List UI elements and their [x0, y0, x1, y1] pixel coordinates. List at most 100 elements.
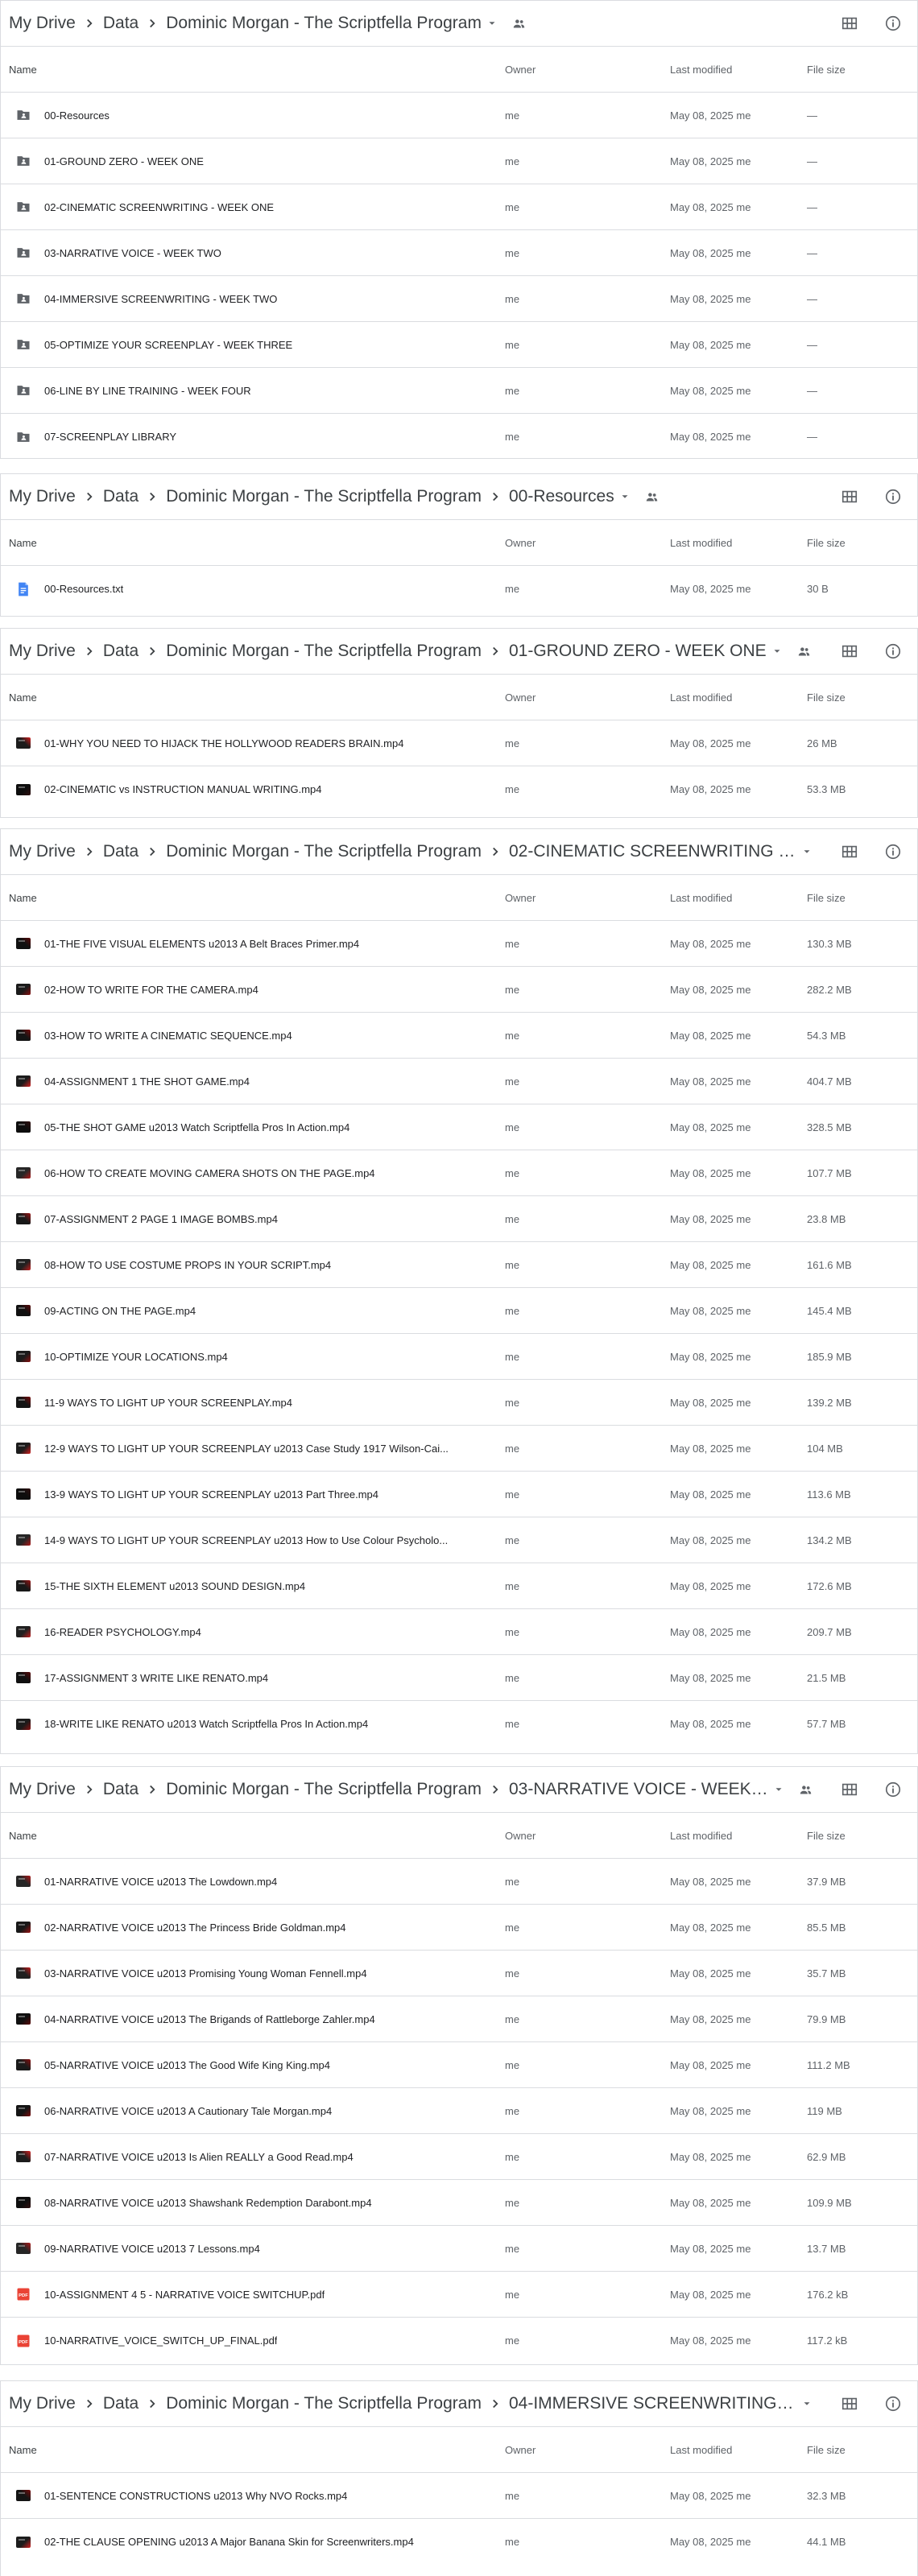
column-owner-header[interactable]: Owner — [505, 1830, 670, 1842]
column-size-header[interactable]: File size — [807, 537, 917, 549]
file-row[interactable]: 05-NARRATIVE VOICE u2013 The Good Wife K… — [1, 2042, 917, 2088]
column-name-header[interactable]: Name — [1, 537, 505, 549]
file-row[interactable]: 01-WHY YOU NEED TO HIJACK THE HOLLYWOOD … — [1, 720, 917, 766]
info-icon[interactable] — [877, 7, 909, 39]
file-row[interactable]: 07-ASSIGNMENT 2 PAGE 1 IMAGE BOMBS.mp4 me… — [1, 1196, 917, 1242]
file-row[interactable]: 09-ACTING ON THE PAGE.mp4 me May 08, 2025 … — [1, 1288, 917, 1334]
column-owner-header[interactable]: Owner — [505, 892, 670, 904]
file-row[interactable]: 03-NARRATIVE VOICE - WEEK TWO me May 08, 2… — [1, 230, 917, 276]
file-row[interactable]: 02-CINEMATIC SCREENWRITING - WEEK ONE me M… — [1, 184, 917, 230]
file-row[interactable]: 12-9 WAYS TO LIGHT UP YOUR SCREENPLAY u2… — [1, 1426, 917, 1472]
file-row[interactable]: 05-THE SHOT GAME u2013 Watch Scriptfella… — [1, 1104, 917, 1150]
column-owner-header[interactable]: Owner — [505, 691, 670, 704]
column-owner-header[interactable]: Owner — [505, 2444, 670, 2456]
breadcrumb-current-folder[interactable]: 01-GROUND ZERO - WEEK ONE — [509, 642, 767, 661]
breadcrumb-program[interactable]: Dominic Morgan - The Scriptfella Program — [166, 1780, 482, 1799]
file-row[interactable]: 07-SCREENPLAY LIBRARY me May 08, 2025 me — — [1, 414, 917, 458]
column-size-header[interactable]: File size — [807, 2444, 917, 2456]
file-row[interactable]: 13-9 WAYS TO LIGHT UP YOUR SCREENPLAY u2… — [1, 1472, 917, 1517]
file-row[interactable]: 15-THE SIXTH ELEMENT u2013 SOUND DESIGN.… — [1, 1563, 917, 1609]
column-size-header[interactable]: File size — [807, 64, 917, 76]
file-row[interactable]: 03-NARRATIVE VOICE u2013 Promising Young… — [1, 1951, 917, 1996]
file-row[interactable]: 05-OPTIMIZE YOUR SCREENPLAY - WEEK THREE… — [1, 322, 917, 368]
file-row[interactable]: 04-IMMERSIVE SCREENWRITING - WEEK TWO me M… — [1, 276, 917, 322]
file-row[interactable]: 08-HOW TO USE COSTUME PROPS IN YOUR SCRI… — [1, 1242, 917, 1288]
breadcrumb-data[interactable]: Data — [103, 842, 139, 861]
breadcrumb-data[interactable]: Data — [103, 14, 139, 33]
column-owner-header[interactable]: Owner — [505, 537, 670, 549]
breadcrumb-my-drive[interactable]: My Drive — [9, 642, 76, 661]
breadcrumb-program[interactable]: Dominic Morgan - The Scriptfella Program — [166, 14, 482, 33]
grid-view-icon[interactable] — [833, 635, 866, 667]
file-row[interactable]: 01-GROUND ZERO - WEEK ONE me May 08, 2025 … — [1, 138, 917, 184]
info-icon[interactable] — [877, 635, 909, 667]
column-name-header[interactable]: Name — [1, 892, 505, 904]
column-owner-header[interactable]: Owner — [505, 64, 670, 76]
breadcrumb-current-folder[interactable]: 03-NARRATIVE VOICE - WEEK TWO — [509, 1780, 768, 1799]
file-row[interactable]: 08-NARRATIVE VOICE u2013 Shawshank Redem… — [1, 2180, 917, 2226]
column-modified-header[interactable]: Last modified — [670, 2444, 807, 2456]
column-modified-header[interactable]: Last modified — [670, 537, 807, 549]
file-row[interactable]: 02-NARRATIVE VOICE u2013 The Princess Br… — [1, 1905, 917, 1951]
breadcrumb-program[interactable]: Dominic Morgan - The Scriptfella Program — [166, 842, 482, 861]
info-icon[interactable] — [877, 481, 909, 513]
info-icon[interactable] — [877, 1773, 909, 1806]
file-row[interactable]: 18-WRITE LIKE RENATO u2013 Watch Scriptf… — [1, 1701, 917, 1747]
column-name-header[interactable]: Name — [1, 2444, 505, 2456]
file-row[interactable]: 06-LINE BY LINE TRAINING - WEEK FOUR me Ma… — [1, 368, 917, 414]
file-row[interactable]: 01-SENTENCE CONSTRUCTIONS u2013 Why NVO … — [1, 2473, 917, 2519]
column-size-header[interactable]: File size — [807, 892, 917, 904]
column-modified-header[interactable]: Last modified — [670, 64, 807, 76]
breadcrumb-data[interactable]: Data — [103, 487, 139, 506]
breadcrumb-program[interactable]: Dominic Morgan - The Scriptfella Program — [166, 2394, 482, 2413]
file-row[interactable]: 04-NARRATIVE VOICE u2013 The Brigands of… — [1, 1996, 917, 2042]
file-row[interactable]: 02-HOW TO WRITE FOR THE CAMERA.mp4 me May … — [1, 967, 917, 1013]
breadcrumb-my-drive[interactable]: My Drive — [9, 14, 76, 33]
breadcrumb-current-folder[interactable]: 00-Resources — [509, 487, 614, 506]
column-name-header[interactable]: Name — [1, 1830, 505, 1842]
column-modified-header[interactable]: Last modified — [670, 892, 807, 904]
info-icon[interactable] — [877, 836, 909, 868]
column-size-header[interactable]: File size — [807, 1830, 917, 1842]
breadcrumb-program[interactable]: Dominic Morgan - The Scriptfella Program — [166, 642, 482, 661]
grid-view-icon[interactable] — [833, 836, 866, 868]
column-name-header[interactable]: Name — [1, 64, 505, 76]
info-icon[interactable] — [877, 2388, 909, 2420]
breadcrumb-data[interactable]: Data — [103, 642, 139, 661]
grid-view-icon[interactable] — [833, 1773, 866, 1806]
file-row[interactable]: 02-CINEMATIC vs INSTRUCTION MANUAL WRITI… — [1, 766, 917, 812]
folder-menu-dropdown-icon[interactable] — [486, 18, 498, 29]
file-row[interactable]: 06-HOW TO CREATE MOVING CAMERA SHOTS ON … — [1, 1150, 917, 1196]
file-row[interactable]: 00-Resources.txt me May 08, 2025 me 30 B — [1, 566, 917, 612]
file-row[interactable]: 10-OPTIMIZE YOUR LOCATIONS.mp4 me May 08, … — [1, 1334, 917, 1380]
folder-menu-dropdown-icon[interactable] — [773, 1784, 784, 1795]
column-modified-header[interactable]: Last modified — [670, 691, 807, 704]
file-row[interactable]: 06-NARRATIVE VOICE u2013 A Cautionary Ta… — [1, 2088, 917, 2134]
file-row[interactable]: 00-Resources me May 08, 2025 me — — [1, 93, 917, 138]
file-row[interactable]: 02-THE CLAUSE OPENING u2013 A Major Bana… — [1, 2519, 917, 2565]
folder-menu-dropdown-icon[interactable] — [801, 846, 813, 857]
grid-view-icon[interactable] — [833, 481, 866, 513]
breadcrumb-data[interactable]: Data — [103, 1780, 139, 1799]
file-row[interactable]: 16-READER PSYCHOLOGY.mp4 me May 08, 2025 m… — [1, 1609, 917, 1655]
breadcrumb-current-folder[interactable]: 04-IMMERSIVE SCREENWRITING - WEEK TWO — [509, 2394, 796, 2413]
file-row[interactable]: 03-HOW TO WRITE A CINEMATIC SEQUENCE.mp4… — [1, 1013, 917, 1059]
file-row[interactable]: 01-THE FIVE VISUAL ELEMENTS u2013 A Belt… — [1, 921, 917, 967]
breadcrumb-my-drive[interactable]: My Drive — [9, 1780, 76, 1799]
breadcrumb-my-drive[interactable]: My Drive — [9, 842, 76, 861]
file-row[interactable]: PDF 10-NARRATIVE_VOICE_SWITCH_UP_FINAL.pd… — [1, 2318, 917, 2363]
grid-view-icon[interactable] — [833, 2388, 866, 2420]
file-row[interactable]: 01-NARRATIVE VOICE u2013 The Lowdown.mp4… — [1, 1859, 917, 1905]
grid-view-icon[interactable] — [833, 7, 866, 39]
breadcrumb-current-folder[interactable]: 02-CINEMATIC SCREENWRITING - WEEK ONE — [509, 842, 796, 861]
file-row[interactable]: 04-ASSIGNMENT 1 THE SHOT GAME.mp4 me May 0… — [1, 1059, 917, 1104]
column-size-header[interactable]: File size — [807, 691, 917, 704]
breadcrumb-data[interactable]: Data — [103, 2394, 139, 2413]
file-row[interactable]: 11-9 WAYS TO LIGHT UP YOUR SCREENPLAY.mp… — [1, 1380, 917, 1426]
file-row[interactable]: PDF 10-ASSIGNMENT 4 5 - NARRATIVE VOICE S… — [1, 2272, 917, 2318]
file-row[interactable]: 17-ASSIGNMENT 3 WRITE LIKE RENATO.mp4 me M… — [1, 1655, 917, 1701]
column-modified-header[interactable]: Last modified — [670, 1830, 807, 1842]
column-name-header[interactable]: Name — [1, 691, 505, 704]
file-row[interactable]: 07-NARRATIVE VOICE u2013 Is Alien REALLY… — [1, 2134, 917, 2180]
folder-menu-dropdown-icon[interactable] — [619, 491, 631, 502]
